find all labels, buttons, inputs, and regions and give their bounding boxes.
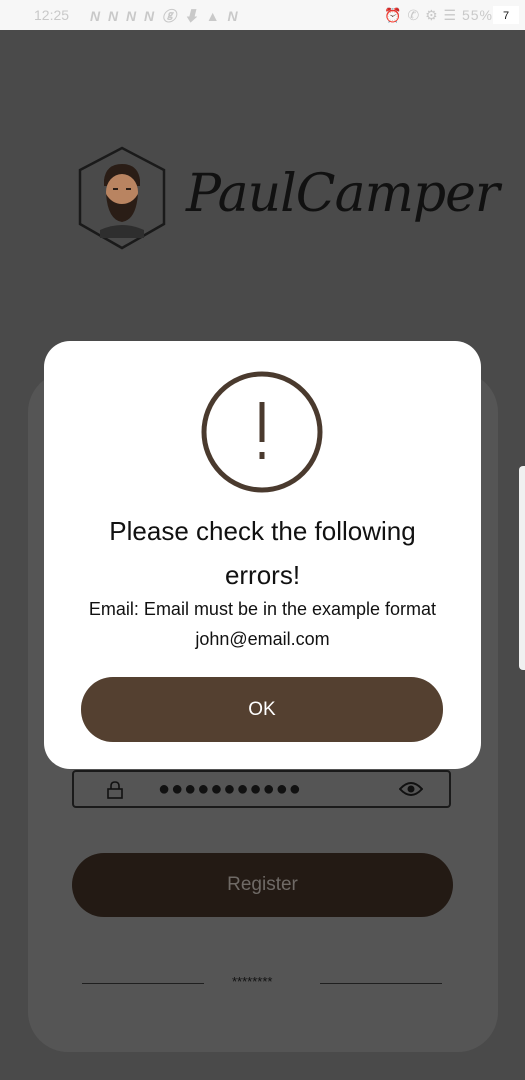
register-button[interactable]: Register (72, 853, 453, 917)
divider-line-left (82, 983, 204, 984)
error-dialog: Please check the following errors! Email… (44, 341, 481, 769)
status-indicators: ⏰ ✆ ⚙ ☰ 55% (384, 7, 493, 23)
status-bar: 12:25 N N N N ⓖ ⬇ ▲ N ⏰ ✆ ⚙ ☰ 55% 7 (0, 0, 525, 30)
app-logo: PaulCamper (76, 146, 500, 256)
dialog-message: Email: Email must be in the example form… (88, 599, 437, 649)
status-badge: 7 (493, 6, 519, 24)
divider-text: ******** (232, 974, 273, 989)
exclamation-circle-icon (201, 371, 323, 493)
dialog-title: Please check the following errors! (109, 516, 416, 590)
eye-icon[interactable] (399, 780, 423, 798)
notification-icons: N N N N ⓖ ⬇ ▲ N (90, 8, 240, 24)
logo-wordmark: PaulCamper (186, 164, 500, 224)
divider: ******** (82, 970, 442, 1000)
avatar-badge-icon (78, 146, 166, 250)
status-time: 12:25 (34, 7, 70, 23)
password-input[interactable]: ●●●●●●●●●●● (72, 770, 451, 808)
ok-button[interactable]: OK (81, 677, 443, 742)
password-value: ●●●●●●●●●●● (158, 778, 302, 800)
lock-icon (107, 781, 123, 799)
scrollbar-handle[interactable] (519, 466, 525, 670)
divider-line-right (320, 983, 442, 984)
